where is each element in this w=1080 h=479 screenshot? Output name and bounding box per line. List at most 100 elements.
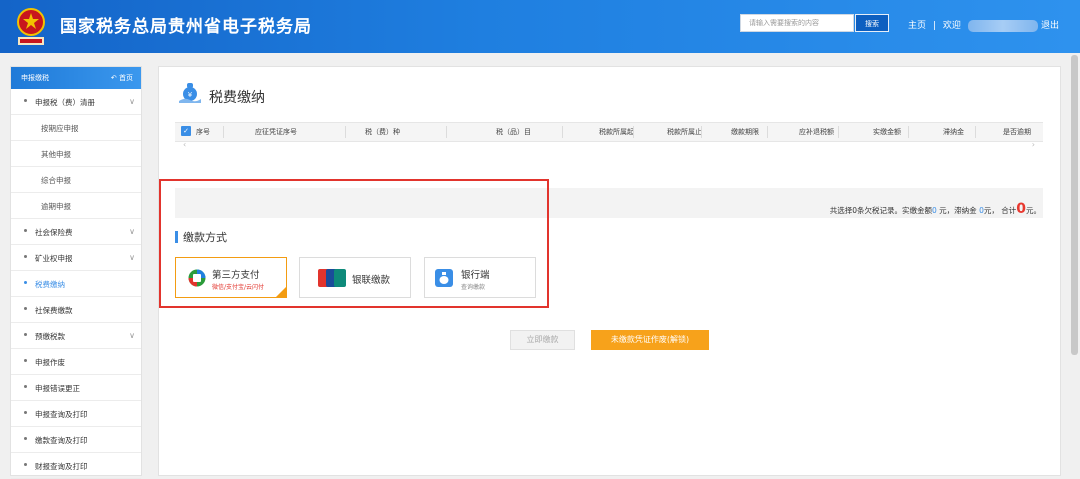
column-header: 税（品）目 xyxy=(496,128,531,136)
search-input[interactable]: 请输入需要搜索的内容 xyxy=(740,14,854,32)
chevron-down-icon[interactable]: ∨ xyxy=(129,97,135,106)
method-bank-side[interactable]: 银行端 查询缴款 xyxy=(424,257,536,298)
sidebar-item-label: 申报税（费）清册 xyxy=(35,98,95,107)
selected-corner-icon xyxy=(276,287,286,297)
sidebar-item-label: 综合申报 xyxy=(41,176,71,185)
scroll-left-icon[interactable]: ‹ xyxy=(183,140,186,149)
home-link[interactable]: 主页 xyxy=(908,18,926,31)
column-divider xyxy=(908,126,909,138)
column-header: 税款所属止 xyxy=(667,128,702,136)
sidebar-item[interactable]: 其他申报 xyxy=(11,141,141,167)
header-separator: | xyxy=(932,21,936,31)
method-third-party-pay[interactable]: 第三方支付 微信/支付宝/云闪付 xyxy=(175,257,287,298)
sidebar-title: 申报缴税 xyxy=(21,74,49,82)
void-unpaid-voucher-button[interactable]: 未缴款凭证作废(解锁) xyxy=(591,330,709,350)
page-title: 税费缴纳 xyxy=(209,90,265,106)
summary-bar: 共选择0条欠税记录。实缴金额0 元，滞纳金 0元， 合计0元。 xyxy=(175,188,1043,218)
chevron-down-icon[interactable]: ∨ xyxy=(129,227,135,236)
method-name: 银行端 xyxy=(461,270,490,281)
column-header: 税（费）种 xyxy=(365,128,400,136)
money-bag-icon: ¥ xyxy=(179,83,201,103)
sidebar-item-label: 预缴税款 xyxy=(35,332,65,341)
sidebar-home-link[interactable]: ↶ 首页 xyxy=(111,73,133,83)
sidebar-item-label: 缴款查询及打印 xyxy=(35,436,88,445)
sidebar-item[interactable]: 社会保险费 ∨ xyxy=(11,219,141,245)
method-sub: 微信/支付宝/云闪付 xyxy=(212,284,265,291)
bullet-icon xyxy=(24,437,27,440)
sidebar-home-label: 首页 xyxy=(119,74,133,82)
chevron-down-icon[interactable]: ∨ xyxy=(129,253,135,262)
bullet-icon xyxy=(24,99,27,102)
summary-text: 共选择0条欠税记录。实缴金额0 元，滞纳金 0元， 合计0元。 xyxy=(830,201,1041,217)
sidebar-item[interactable]: 申报错误更正 xyxy=(11,375,141,401)
welcome-text: 欢迎 xyxy=(942,21,961,31)
sidebar-item[interactable]: 社保费缴款 xyxy=(11,297,141,323)
header-links: 主页 | 欢迎 xyxy=(908,18,1042,32)
bullet-icon xyxy=(24,385,27,388)
sidebar-item[interactable]: 税费缴纳 xyxy=(11,271,141,297)
table-horizontal-scroll[interactable]: ‹ › xyxy=(175,140,1043,152)
column-divider xyxy=(345,126,346,138)
sidebar-item-label: 财报查询及打印 xyxy=(35,462,88,471)
column-header: 实缴金额 xyxy=(873,128,901,136)
sidebar-menu: 申报税（费）清册 ∨ 按期应申报 其他申报 综合申报 逾期申报 社会保险费 ∨ 矿业权申报 ∨ 税费… xyxy=(11,89,141,479)
sidebar-item[interactable]: 矿业权申报 ∨ xyxy=(11,245,141,271)
bullet-icon xyxy=(24,307,27,310)
method-sub: 查询缴款 xyxy=(461,284,486,291)
sidebar-item[interactable]: 缴款查询及打印 xyxy=(11,427,141,453)
column-header: 税款所属起 xyxy=(599,128,634,136)
sidebar-item-label: 社会保险费 xyxy=(35,228,73,237)
logout-link[interactable]: 退出 xyxy=(1041,18,1059,31)
sidebar-item-label: 按期应申报 xyxy=(41,124,79,133)
bullet-icon xyxy=(24,359,27,362)
sidebar-item-label: 申报错误更正 xyxy=(35,384,80,393)
sidebar-item[interactable]: 申报税（费）清册 ∨ xyxy=(11,89,141,115)
sidebar-item-label: 申报查询及打印 xyxy=(35,410,88,419)
sidebar-item[interactable]: 申报作废 xyxy=(11,349,141,375)
bullet-icon xyxy=(24,281,27,284)
sidebar-item-label: 社保费缴款 xyxy=(35,306,73,315)
scrollbar-thumb[interactable] xyxy=(1071,55,1078,355)
sidebar-item[interactable]: 预缴税款 ∨ xyxy=(11,323,141,349)
sidebar-item[interactable]: 申报查询及打印 xyxy=(11,401,141,427)
method-name: 银联缴款 xyxy=(352,275,391,286)
sidebar-item[interactable]: 综合申报 xyxy=(11,167,141,193)
method-unionpay[interactable]: 银联缴款 xyxy=(299,257,411,298)
payment-method-title: 缴款方式 xyxy=(175,229,227,245)
sidebar-item[interactable]: 逾期申报 xyxy=(11,193,141,219)
summary-suffix: 元。 xyxy=(1026,206,1041,215)
summary-prefix: 共选择 xyxy=(829,206,853,215)
pay-now-button[interactable]: 立即缴款 xyxy=(510,330,575,350)
scroll-right-icon[interactable]: › xyxy=(1032,140,1035,149)
column-divider xyxy=(838,126,839,138)
column-divider xyxy=(975,126,976,138)
svg-text:¥: ¥ xyxy=(188,91,193,99)
column-divider xyxy=(446,126,447,138)
national-emblem-icon xyxy=(17,8,45,45)
chevron-down-icon[interactable]: ∨ xyxy=(129,331,135,340)
unionpay-icon xyxy=(318,269,346,287)
top-header: 国家税务总局贵州省电子税务局 请输入需要搜索的内容 搜索 主页 | 欢迎 退出 xyxy=(0,0,1080,53)
summary-mid3: 元， 合计 xyxy=(983,206,1017,215)
bank-icon xyxy=(435,269,453,287)
main-panel: ¥ 税费缴纳 ✓ 序号 应征凭证序号 税（费）种 税（品）目 税款所属起 税款所属止 缴款期… xyxy=(158,66,1061,476)
column-divider xyxy=(701,126,702,138)
page-scrollbar[interactable] xyxy=(1069,53,1080,473)
summary-mid2: 元，滞纳金 xyxy=(936,206,980,215)
select-all-checkbox[interactable]: ✓ xyxy=(181,126,191,136)
third-party-pay-icon xyxy=(188,269,206,287)
column-header: 应补退税额 xyxy=(799,128,834,136)
sidebar-item-label: 税费缴纳 xyxy=(35,280,65,289)
sidebar-item[interactable]: 按期应申报 xyxy=(11,115,141,141)
column-divider xyxy=(562,126,563,138)
blurred-username xyxy=(967,19,1038,32)
method-name: 第三方支付 xyxy=(212,270,260,281)
search-button[interactable]: 搜索 xyxy=(855,14,889,32)
column-header: 是否逾期 xyxy=(1003,128,1031,136)
sidebar-item[interactable]: 财报查询及打印 xyxy=(11,453,141,479)
sidebar-item-label: 其他申报 xyxy=(41,150,71,159)
column-divider xyxy=(633,126,634,138)
sidebar-header: 申报缴税 ↶ 首页 xyxy=(11,67,141,89)
back-arrow-icon: ↶ xyxy=(110,74,117,82)
bullet-icon xyxy=(24,333,27,336)
